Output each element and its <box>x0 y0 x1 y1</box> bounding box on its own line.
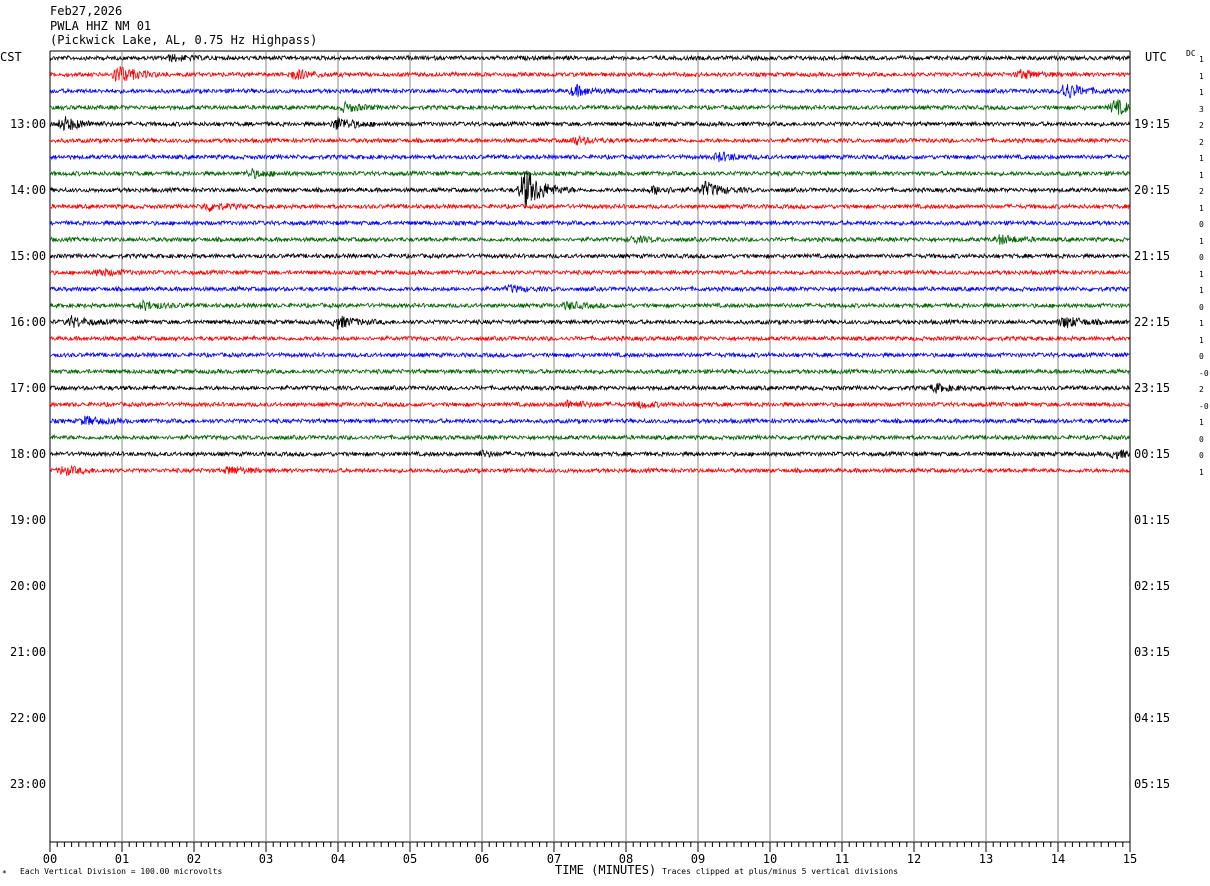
seismic-trace <box>49 170 1130 209</box>
cst-hour-label: 16:00 <box>10 315 47 329</box>
seismic-trace <box>49 334 1130 343</box>
utc-hour-label: 21:15 <box>1134 249 1171 263</box>
utc-hour-label: 23:15 <box>1134 381 1171 395</box>
utc-hour-label: 19:15 <box>1134 117 1171 131</box>
dc-offset-value: 1 <box>1199 154 1204 163</box>
dc-offset-value: 0 <box>1199 220 1204 229</box>
dc-offset-value: 1 <box>1199 236 1204 246</box>
cst-hour-label: 17:00 <box>10 381 47 395</box>
utc-hour-label: 02:15 <box>1134 579 1171 593</box>
dc-offset-value: 1 <box>1199 55 1204 64</box>
cst-hour-label: 22:00 <box>10 711 47 725</box>
seismic-trace <box>49 267 1130 277</box>
seismic-trace <box>49 298 1130 311</box>
cst-hour-label: 18:00 <box>10 447 47 461</box>
x-tick-label: 12 <box>907 852 921 866</box>
seismic-trace <box>49 252 1130 260</box>
x-tick-label: 00 <box>43 852 57 866</box>
dc-offset-value: 1 <box>1199 203 1204 213</box>
cst-hour-label: 19:00 <box>10 513 47 527</box>
dc-title: DC <box>1186 49 1196 58</box>
seismic-trace <box>49 449 1130 460</box>
dc-offset-value: 1 <box>1199 269 1204 279</box>
utc-hour-label: 03:15 <box>1134 645 1171 659</box>
x-tick-label: 15 <box>1123 852 1137 866</box>
dc-offset-value: 2 <box>1199 121 1204 130</box>
scale-note: Each Vertical Division = 100.00 microvol… <box>20 867 223 876</box>
seismic-trace <box>49 351 1130 359</box>
dc-offset-value: 1 <box>1199 335 1204 345</box>
seismic-trace <box>49 219 1130 227</box>
dc-offset-value: 1 <box>1199 88 1204 97</box>
x-tick-label: 09 <box>691 852 705 866</box>
seismic-trace <box>49 234 1130 245</box>
seismic-trace <box>49 202 1130 213</box>
dc-offset-value: 2 <box>1199 385 1204 394</box>
utc-hour-label: 00:15 <box>1134 447 1171 461</box>
seismic-trace <box>49 99 1130 115</box>
seismic-trace <box>49 83 1130 99</box>
x-axis-title: TIME (MINUTES) <box>555 863 657 877</box>
cst-hour-label: 14:00 <box>10 183 47 197</box>
dc-offset-value: 1 <box>1199 418 1204 427</box>
seismic-trace <box>49 464 1130 477</box>
seismic-trace <box>49 367 1130 376</box>
corner-mark: * <box>2 869 7 878</box>
dc-offset-value: 1 <box>1199 319 1204 328</box>
right-axis-title: UTC <box>1145 50 1167 64</box>
cst-hour-label: 20:00 <box>10 579 47 593</box>
x-tick-label: 11 <box>835 852 849 866</box>
x-tick-label: 03 <box>259 852 273 866</box>
seismic-trace <box>49 315 1130 331</box>
cst-hour-label: 21:00 <box>10 645 47 659</box>
seismic-trace <box>49 415 1130 426</box>
utc-hour-label: 01:15 <box>1134 513 1171 527</box>
left-axis-title: CST <box>0 50 22 64</box>
dc-offset-value: 1 <box>1199 71 1204 81</box>
dc-offset-value: 0 <box>1199 253 1204 262</box>
dc-offset-value: 1 <box>1199 170 1204 180</box>
dc-offset-value: 1 <box>1199 286 1204 295</box>
dc-offset-value: 2 <box>1199 187 1204 196</box>
x-tick-label: 01 <box>115 852 129 866</box>
dc-offset-value: -0 <box>1199 401 1209 411</box>
dc-offset-value: 0 <box>1199 302 1204 312</box>
x-tick-label: 14 <box>1051 852 1065 866</box>
x-tick-label: 13 <box>979 852 993 866</box>
seismic-trace <box>49 116 1130 131</box>
seismic-trace <box>49 382 1130 394</box>
seismic-trace <box>49 53 1130 63</box>
dc-offset-value: 0 <box>1199 434 1204 444</box>
seismic-trace <box>49 167 1130 180</box>
utc-hour-label: 20:15 <box>1134 183 1171 197</box>
clip-note: Traces clipped at plus/minus 5 vertical … <box>662 867 899 876</box>
dc-offset-value: 3 <box>1199 104 1204 114</box>
x-tick-label: 04 <box>331 852 345 866</box>
seismic-trace <box>49 399 1130 410</box>
seismic-traces <box>49 53 1130 477</box>
cst-hour-label: 15:00 <box>10 249 47 263</box>
dc-offset-value: 1 <box>1199 467 1204 477</box>
utc-hour-label: 04:15 <box>1134 711 1171 725</box>
dc-offset-value: 2 <box>1199 137 1204 147</box>
seismic-trace <box>49 151 1130 163</box>
dc-offset-value: 0 <box>1199 352 1204 361</box>
cst-hour-label: 23:00 <box>10 777 47 791</box>
seismic-trace <box>49 283 1130 294</box>
utc-hour-label: 05:15 <box>1134 777 1171 791</box>
utc-hour-label: 22:15 <box>1134 315 1171 329</box>
seismic-trace <box>49 134 1130 146</box>
dc-offset-value: 0 <box>1199 451 1204 460</box>
seismic-trace <box>49 433 1130 442</box>
cst-hour-label: 13:00 <box>10 117 47 131</box>
x-tick-label: 10 <box>763 852 777 866</box>
helicorder-plot: 00 01 02 03 04 05 06 07 08 09 10 11 12 13 14 15 <box>43 50 1137 866</box>
dc-offset-value: -0 <box>1199 368 1209 378</box>
minute-grid <box>49 50 1131 843</box>
seismic-trace <box>49 66 1130 82</box>
x-tick-label: 02 <box>187 852 201 866</box>
x-tick-label: 05 <box>403 852 417 866</box>
x-tick-label: 06 <box>475 852 489 866</box>
